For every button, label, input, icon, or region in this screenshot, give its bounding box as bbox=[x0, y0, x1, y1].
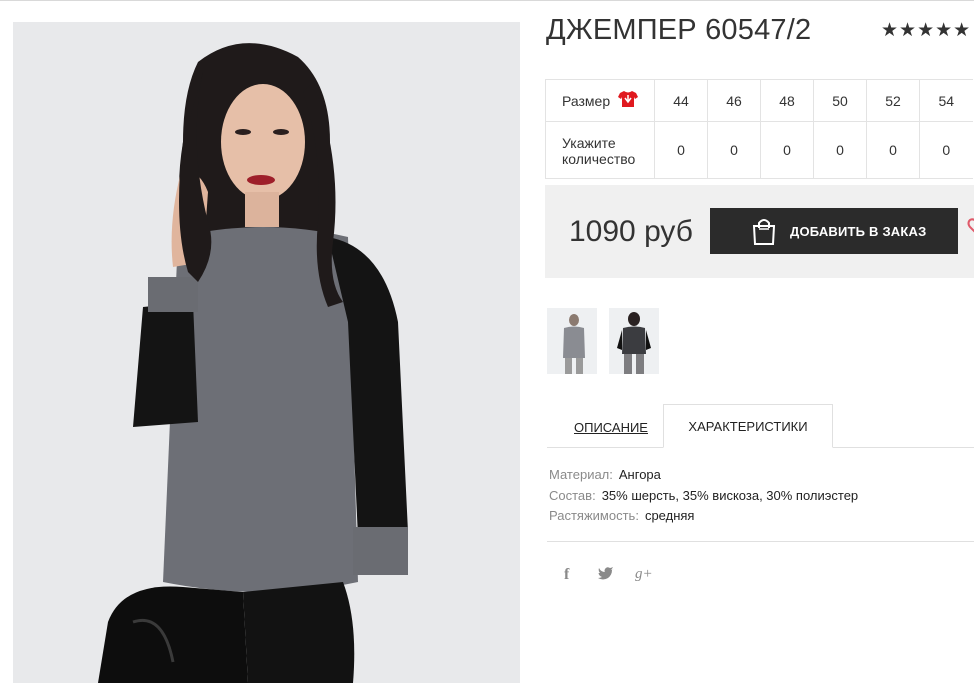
tab-characteristics-label: ХАРАКТЕРИСТИКИ bbox=[688, 418, 808, 434]
product-title: ДЖЕМПЕР 60547/2 bbox=[546, 14, 812, 46]
buy-panel: 1090 руб ДОБАВИТЬ В ЗАКАЗ bbox=[545, 185, 974, 278]
size-cell: 48 bbox=[760, 79, 814, 122]
add-to-order-label: ДОБАВИТЬ В ЗАКАЗ bbox=[790, 223, 927, 239]
favorite-heart-icon[interactable] bbox=[967, 217, 974, 237]
rating-stars[interactable]: ★★★★★ bbox=[881, 19, 971, 42]
tab-description[interactable]: ОПИСАНИЕ bbox=[574, 420, 648, 435]
size-cell: 52 bbox=[866, 79, 920, 122]
add-to-order-button[interactable]: ДОБАВИТЬ В ЗАКАЗ bbox=[710, 208, 958, 254]
size-cell: 44 bbox=[654, 79, 708, 122]
size-label: Размер bbox=[562, 92, 611, 109]
spec-composition: Состав: 35% шерсть, 35% вискоза, 30% поли… bbox=[549, 488, 858, 503]
spec-material: Материал: Ангора bbox=[549, 467, 661, 482]
twitter-icon[interactable] bbox=[598, 567, 614, 585]
specs-divider bbox=[547, 541, 974, 542]
quantity-input[interactable]: 0 bbox=[919, 121, 973, 179]
quantity-input[interactable]: 0 bbox=[760, 121, 814, 179]
spec-value: средняя bbox=[644, 508, 695, 523]
spec-key: Материал: bbox=[549, 467, 613, 482]
facebook-icon[interactable]: f bbox=[564, 566, 569, 584]
quantity-label: Укажите количество bbox=[562, 134, 636, 167]
spec-value: Ангора bbox=[618, 467, 661, 482]
size-label-cell: Размер bbox=[545, 79, 655, 122]
quantity-input[interactable]: 0 bbox=[654, 121, 708, 179]
quantity-input[interactable]: 0 bbox=[707, 121, 761, 179]
quantity-input[interactable]: 0 bbox=[813, 121, 867, 179]
product-price: 1090 руб bbox=[569, 215, 693, 248]
size-cell: 50 bbox=[813, 79, 867, 122]
spec-value: 35% шерсть, 35% вискоза, 30% полиэстер bbox=[601, 488, 859, 503]
product-main-image[interactable] bbox=[13, 22, 520, 683]
top-divider bbox=[0, 0, 974, 1]
quantity-input[interactable]: 0 bbox=[866, 121, 920, 179]
shopping-bag-icon bbox=[751, 217, 777, 248]
spec-key: Растяжимость: bbox=[549, 508, 639, 523]
size-cell: 54 bbox=[919, 79, 973, 122]
size-chart-icon[interactable] bbox=[618, 90, 639, 111]
size-quantity-table: Размер 44 46 48 50 52 54 Укажите количес… bbox=[545, 79, 973, 179]
size-cell: 46 bbox=[707, 79, 761, 122]
tab-characteristics[interactable]: ХАРАКТЕРИСТИКИ bbox=[663, 404, 833, 448]
spec-key: Состав: bbox=[549, 488, 596, 503]
google-plus-icon[interactable]: g+ bbox=[635, 566, 653, 583]
quantity-label-cell: Укажите количество bbox=[545, 121, 655, 179]
quantity-row: Укажите количество 0 0 0 0 0 0 bbox=[545, 121, 973, 179]
thumbnail-2[interactable] bbox=[609, 308, 659, 374]
spec-stretch: Растяжимость: средняя bbox=[549, 508, 694, 523]
thumbnail-1[interactable] bbox=[547, 308, 597, 374]
size-row: Размер 44 46 48 50 52 54 bbox=[545, 79, 973, 122]
